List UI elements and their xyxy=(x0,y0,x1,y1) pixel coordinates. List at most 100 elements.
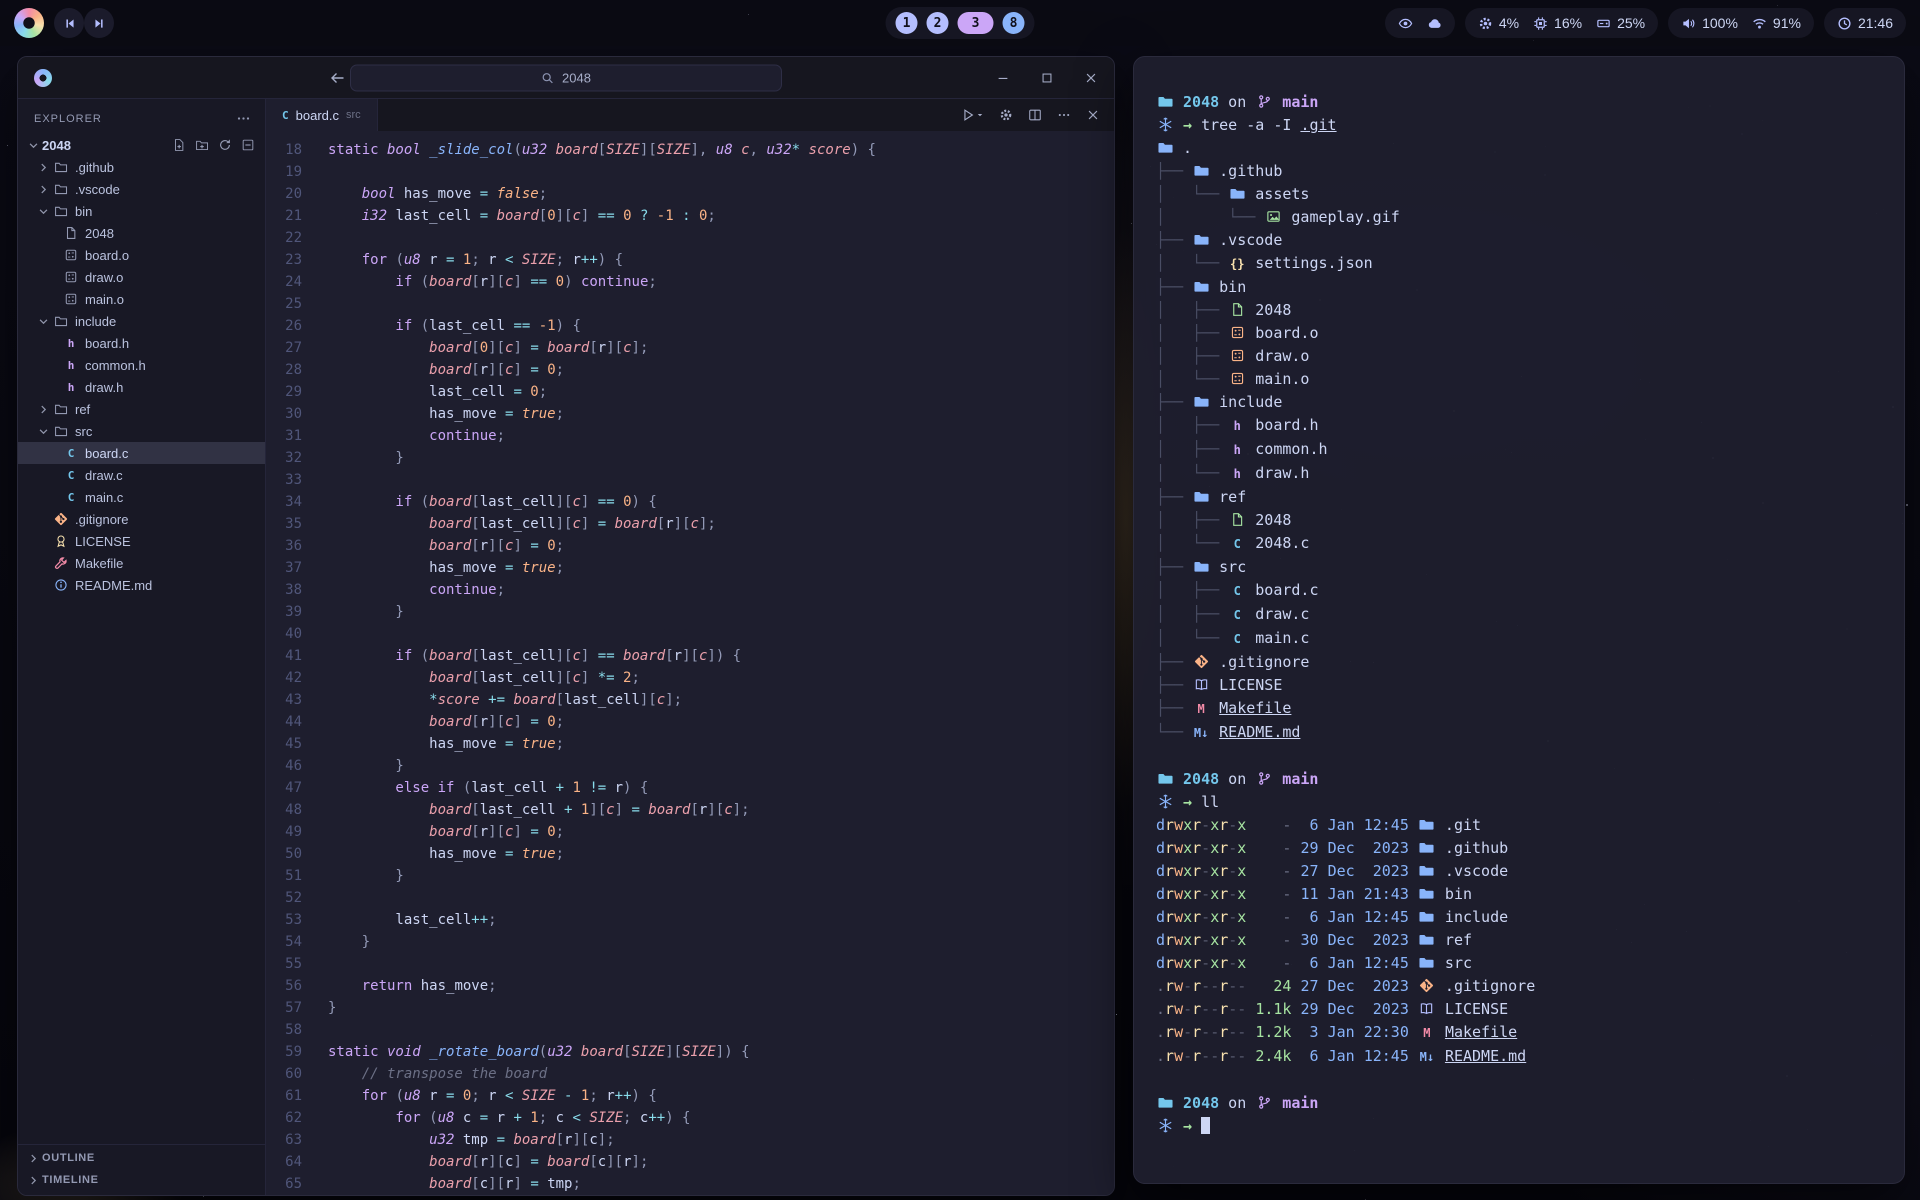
navigate-back-icon[interactable] xyxy=(330,70,346,86)
code-line-22[interactable]: 22 xyxy=(266,227,1114,249)
editor-titlebar[interactable]: 2048 xyxy=(18,57,1114,99)
code-line-51[interactable]: 51 } xyxy=(266,865,1114,887)
code-line-32[interactable]: 32 } xyxy=(266,447,1114,469)
launcher-icon[interactable] xyxy=(14,8,44,38)
code-line-49[interactable]: 49 board[r][c] = 0; xyxy=(266,821,1114,843)
command-center-search[interactable]: 2048 xyxy=(350,64,782,91)
explorer-item-board-c[interactable]: Cboard.c xyxy=(18,442,265,464)
code-line-43[interactable]: 43 *score += board[last_cell][c]; xyxy=(266,689,1114,711)
workspace-8[interactable]: 8 xyxy=(1003,12,1025,34)
explorer-item-license[interactable]: LICENSE xyxy=(18,530,265,552)
explorer-item-include[interactable]: include xyxy=(18,310,265,332)
explorer-more-icon[interactable] xyxy=(236,111,251,126)
chevron-right-icon[interactable] xyxy=(34,401,52,417)
code-area[interactable]: 18static bool _slide_col(u32 board[SIZE]… xyxy=(266,131,1114,1195)
code-line-34[interactable]: 34 if (board[last_cell][c] == 0) { xyxy=(266,491,1114,513)
explorer-item-common-h[interactable]: hcommon.h xyxy=(18,354,265,376)
code-line-61[interactable]: 61 for (u8 r = 0; r < SIZE - 1; r++) { xyxy=(266,1085,1114,1107)
code-line-62[interactable]: 62 for (u8 c = r + 1; c < SIZE; c++) { xyxy=(266,1107,1114,1129)
chevron-down-icon[interactable] xyxy=(34,313,52,329)
sidebar-section-timeline[interactable]: TIMELINE xyxy=(18,1169,265,1191)
code-line-64[interactable]: 64 board[r][c] = board[c][r]; xyxy=(266,1151,1114,1173)
code-line-44[interactable]: 44 board[r][c] = 0; xyxy=(266,711,1114,733)
explorer-item-2048[interactable]: 2048 xyxy=(18,134,265,156)
code-line-29[interactable]: 29 last_cell = 0; xyxy=(266,381,1114,403)
workspace-3[interactable]: 3 xyxy=(958,12,994,34)
code-line-39[interactable]: 39 } xyxy=(266,601,1114,623)
chevron-right-icon[interactable] xyxy=(34,159,52,175)
code-line-35[interactable]: 35 board[last_cell][c] = board[r][c]; xyxy=(266,513,1114,535)
explorer-item-makefile[interactable]: Makefile xyxy=(18,552,265,574)
code-line-31[interactable]: 31 continue; xyxy=(266,425,1114,447)
code-line-41[interactable]: 41 if (board[last_cell][c] == board[r][c… xyxy=(266,645,1114,667)
code-line-25[interactable]: 25 xyxy=(266,293,1114,315)
code-line-47[interactable]: 47 else if (last_cell + 1 != r) { xyxy=(266,777,1114,799)
cloud-icon[interactable] xyxy=(1427,16,1442,31)
code-line-37[interactable]: 37 has_move = true; xyxy=(266,557,1114,579)
new-file-icon[interactable] xyxy=(172,138,186,152)
explorer-item-2048[interactable]: 2048 xyxy=(18,222,265,244)
chevron-right-icon[interactable] xyxy=(34,181,52,197)
explorer-item--vscode[interactable]: .vscode xyxy=(18,178,265,200)
run-button[interactable] xyxy=(961,106,984,124)
code-line-60[interactable]: 60 // transpose the board xyxy=(266,1063,1114,1085)
code-line-38[interactable]: 38 continue; xyxy=(266,579,1114,601)
explorer-item-readme-md[interactable]: README.md xyxy=(18,574,265,596)
explorer-item--github[interactable]: .github xyxy=(18,156,265,178)
code-line-23[interactable]: 23 for (u8 r = 1; r < SIZE; r++) { xyxy=(266,249,1114,271)
explorer-item-board-o[interactable]: board.o xyxy=(18,244,265,266)
code-line-30[interactable]: 30 has_move = true; xyxy=(266,403,1114,425)
new-folder-icon[interactable] xyxy=(195,138,209,152)
code-line-42[interactable]: 42 board[last_cell][c] *= 2; xyxy=(266,667,1114,689)
code-line-58[interactable]: 58 xyxy=(266,1019,1114,1041)
code-line-53[interactable]: 53 last_cell++; xyxy=(266,909,1114,931)
terminal-window[interactable]: 2048 on main → tree -a -I .git .├── .git… xyxy=(1133,56,1905,1184)
code-line-33[interactable]: 33 xyxy=(266,469,1114,491)
explorer-item-src[interactable]: src xyxy=(18,420,265,442)
close-button[interactable] xyxy=(1084,71,1098,85)
split-editor-button[interactable] xyxy=(1028,108,1042,122)
code-line-46[interactable]: 46 } xyxy=(266,755,1114,777)
code-line-45[interactable]: 45 has_move = true; xyxy=(266,733,1114,755)
media-next-button[interactable] xyxy=(84,8,114,38)
chevron-down-icon[interactable] xyxy=(34,203,52,219)
chevron-down-icon[interactable] xyxy=(34,423,52,439)
code-line-20[interactable]: 20 bool has_move = false; xyxy=(266,183,1114,205)
explorer-item-draw-c[interactable]: Cdraw.c xyxy=(18,464,265,486)
code-line-65[interactable]: 65 board[c][r] = tmp; xyxy=(266,1173,1114,1195)
code-line-40[interactable]: 40 xyxy=(266,623,1114,645)
workspace-1[interactable]: 1 xyxy=(896,12,918,34)
code-line-28[interactable]: 28 board[r][c] = 0; xyxy=(266,359,1114,381)
explorer-item-main-o[interactable]: main.o xyxy=(18,288,265,310)
code-line-50[interactable]: 50 has_move = true; xyxy=(266,843,1114,865)
code-line-27[interactable]: 27 board[0][c] = board[r][c]; xyxy=(266,337,1114,359)
minimize-button[interactable] xyxy=(996,71,1010,85)
code-line-52[interactable]: 52 xyxy=(266,887,1114,909)
settings-button[interactable] xyxy=(999,108,1013,122)
code-line-26[interactable]: 26 if (last_cell == -1) { xyxy=(266,315,1114,337)
tab-board-c[interactable]: C board.c src xyxy=(266,99,378,131)
code-line-54[interactable]: 54 } xyxy=(266,931,1114,953)
code-line-18[interactable]: 18static bool _slide_col(u32 board[SIZE]… xyxy=(266,139,1114,161)
code-line-21[interactable]: 21 i32 last_cell = board[0][c] == 0 ? -1… xyxy=(266,205,1114,227)
code-line-57[interactable]: 57} xyxy=(266,997,1114,1019)
workspace-2[interactable]: 2 xyxy=(927,12,949,34)
explorer-item--gitignore[interactable]: .gitignore xyxy=(18,508,265,530)
code-line-59[interactable]: 59static void _rotate_board(u32 board[SI… xyxy=(266,1041,1114,1063)
code-line-48[interactable]: 48 board[last_cell + 1][c] = board[r][c]… xyxy=(266,799,1114,821)
explorer-item-board-h[interactable]: hboard.h xyxy=(18,332,265,354)
code-line-56[interactable]: 56 return has_move; xyxy=(266,975,1114,997)
media-previous-button[interactable] xyxy=(54,8,84,38)
close-button[interactable] xyxy=(1086,108,1100,122)
sidebar-section-outline[interactable]: OUTLINE xyxy=(18,1147,265,1169)
code-line-24[interactable]: 24 if (board[r][c] == 0) continue; xyxy=(266,271,1114,293)
collapse-all-icon[interactable] xyxy=(241,138,255,152)
refresh-icon[interactable] xyxy=(218,138,232,152)
maximize-button[interactable] xyxy=(1040,71,1054,85)
explorer-item-ref[interactable]: ref xyxy=(18,398,265,420)
code-line-55[interactable]: 55 xyxy=(266,953,1114,975)
more-button[interactable] xyxy=(1057,108,1071,122)
eye-icon[interactable] xyxy=(1398,16,1413,31)
explorer-item-draw-h[interactable]: hdraw.h xyxy=(18,376,265,398)
chevron-down-icon[interactable] xyxy=(24,137,42,153)
